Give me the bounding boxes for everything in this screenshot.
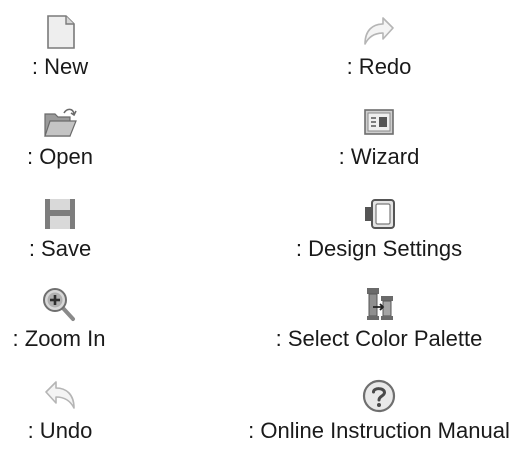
save-label: : Save	[28, 236, 92, 261]
legend-entry-online-instruction-manual: : Online Instruction Manual	[226, 378, 532, 444]
undo-label: : Undo	[27, 418, 93, 443]
legend-entry-redo: : Redo	[334, 14, 424, 80]
legend-entry-save: : Save	[14, 196, 106, 262]
design-settings-label: : Design Settings	[295, 236, 463, 261]
design-settings-icon[interactable]	[361, 196, 397, 232]
select-color-palette-label: : Select Color Palette	[275, 326, 483, 351]
online-instruction-manual-label: : Online Instruction Manual	[248, 418, 510, 443]
legend-entry-wizard: : Wizard	[320, 104, 438, 170]
open-folder-icon[interactable]	[42, 104, 78, 140]
wizard-icon[interactable]	[361, 104, 397, 140]
legend-entry-undo: : Undo	[12, 378, 108, 444]
new-label: : New	[31, 54, 89, 79]
wizard-label: : Wizard	[338, 144, 420, 169]
redo-label: : Redo	[346, 54, 412, 79]
zoom-in-icon[interactable]	[41, 286, 77, 322]
legend-entry-select-color-palette: : Select Color Palette	[256, 286, 502, 352]
zoom-in-label: : Zoom In	[12, 326, 106, 351]
color-palette-icon[interactable]	[361, 286, 397, 322]
open-label: : Open	[26, 144, 94, 169]
legend-entry-zoom-in: : Zoom In	[0, 286, 118, 352]
legend-entry-design-settings: : Design Settings	[270, 196, 488, 262]
help-question-icon[interactable]	[361, 378, 397, 414]
new-document-icon[interactable]	[42, 14, 78, 50]
legend-entry-new: : New	[22, 14, 98, 80]
undo-arrow-icon[interactable]	[42, 378, 78, 414]
legend-entry-open: : Open	[12, 104, 108, 170]
redo-arrow-icon[interactable]	[361, 14, 397, 50]
save-disk-icon[interactable]	[42, 196, 78, 232]
